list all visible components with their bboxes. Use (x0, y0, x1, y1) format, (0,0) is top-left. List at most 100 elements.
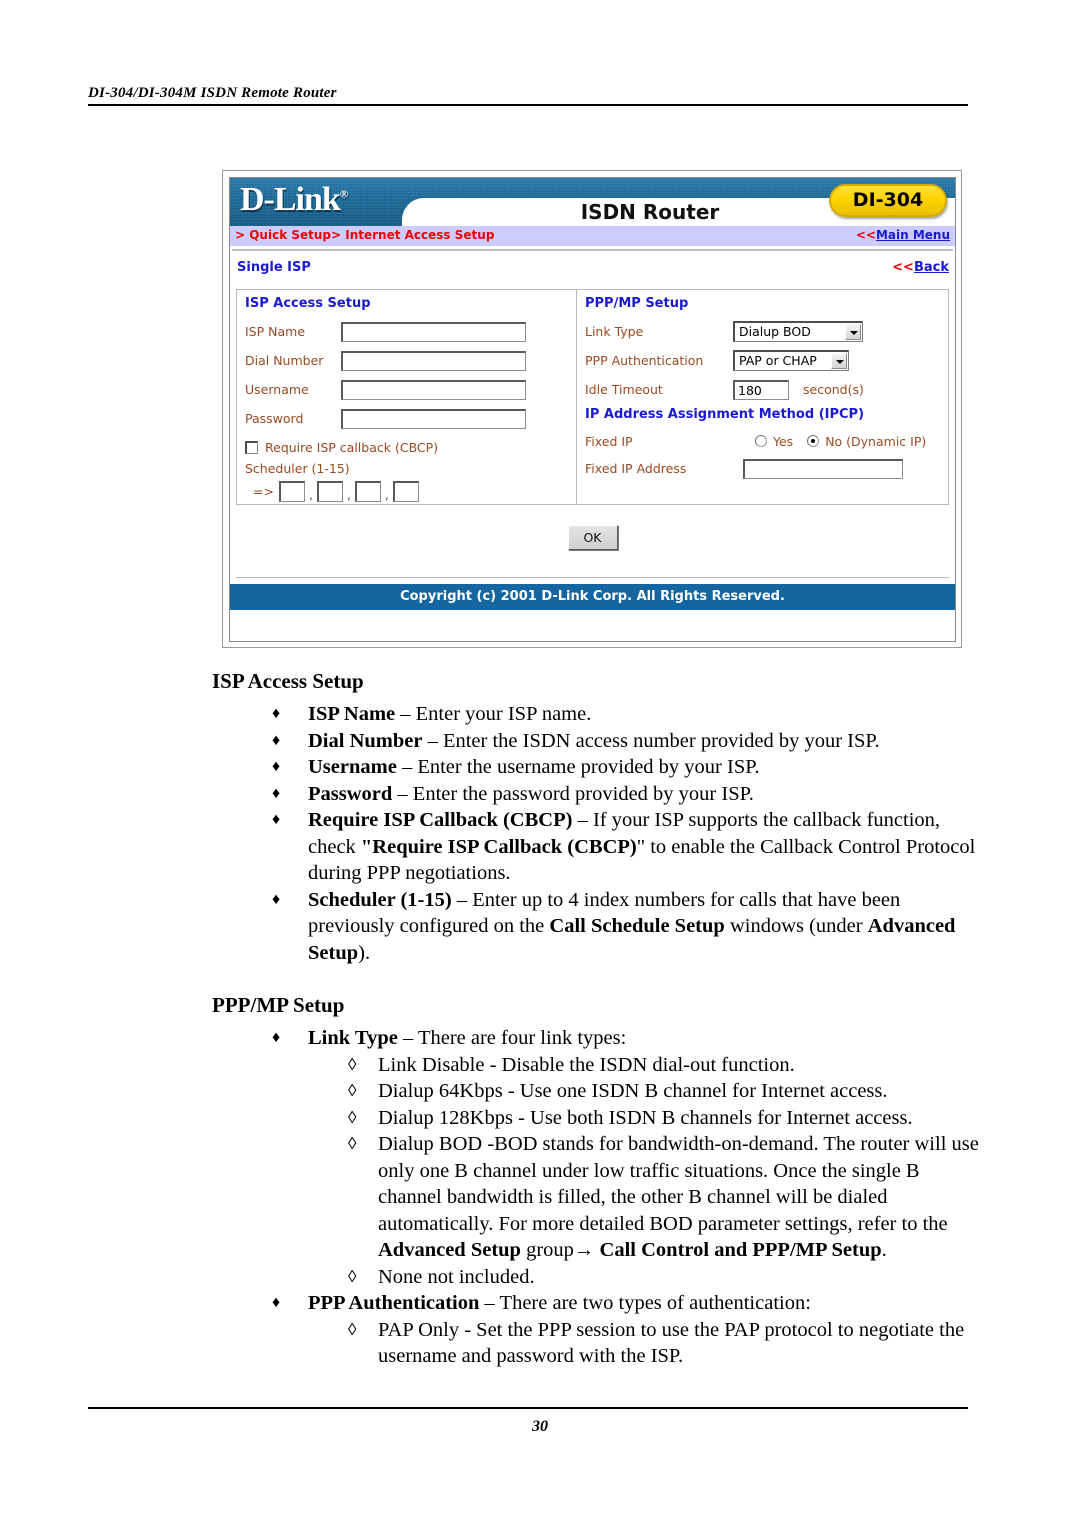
username-input[interactable] (341, 379, 526, 400)
description: – Enter the password provided by your IS… (392, 782, 754, 805)
bold-ref-b: Call Control and PPP/MP Setup (594, 1239, 882, 1261)
require-isp-callback-row[interactable]: Require ISP callback (CBCP) (245, 435, 576, 459)
option-text: PAP Only - Set the PPP session to use th… (378, 1318, 965, 1368)
footer-rule (88, 1407, 968, 1409)
username-label: Username (245, 382, 309, 397)
scheduler-input-3[interactable] (354, 481, 381, 502)
brand-header-bar: D-Link® ISDN Router DI-304 (230, 178, 955, 226)
isp-access-setup-bullet-list: ♦ ISP Name – Enter your ISP name. ♦ Dial… (0, 701, 1080, 966)
description-cont: windows (under (724, 915, 868, 937)
list-item: ♦ Link Type – There are four link types: (272, 1025, 988, 1052)
term: Scheduler (1-15) (308, 888, 452, 911)
description-end: ). (358, 941, 371, 964)
isp-name-input[interactable] (341, 321, 526, 342)
scheduler-inputs-row: => , , , (245, 481, 576, 502)
list-item: ♦ Scheduler (1-15) – Enter up to 4 index… (272, 887, 988, 967)
description: – There are four link types: (397, 1027, 627, 1049)
fixed-ip-address-label: Fixed IP Address (585, 461, 687, 476)
bold-ref-a: Advanced Setup (378, 1239, 521, 1261)
chevron-down-icon[interactable] (845, 324, 861, 340)
fixed-ip-address-input[interactable] (743, 458, 903, 479)
isp-name-label: ISP Name (245, 324, 306, 339)
model-badge: DI-304 (829, 184, 947, 217)
scheduler-separator-3: , (384, 487, 389, 502)
require-isp-callback-checkbox[interactable] (245, 440, 258, 454)
diamond-bullet-icon: ♦ (272, 811, 281, 828)
fixed-ip-no-label: No (Dynamic IP) (825, 433, 927, 449)
chevron-down-icon[interactable] (831, 353, 847, 369)
scheduler-input-1[interactable] (278, 481, 305, 502)
main-menu-label: Main Menu (875, 228, 950, 242)
isp-access-setup-title: ISP Access Setup (245, 296, 371, 311)
isp-access-setup-panel: ISP Access Setup ISP Name Dial Number Us… (237, 290, 577, 504)
link-type-options-list: ◊ Link Disable - Disable the ISDN dial-o… (0, 1052, 1080, 1291)
back-arrows: << (892, 260, 914, 275)
router-title: ISDN Router (580, 200, 720, 224)
dial-number-row: Dial Number (245, 346, 576, 375)
list-item: ♦ Dial Number – Enter the ISDN access nu… (272, 728, 988, 755)
lozenge-bullet-icon: ◊ (348, 1319, 357, 1339)
description: – Enter the username provided by your IS… (396, 756, 760, 778)
list-item: ♦ PPP Authentication – There are two typ… (272, 1290, 988, 1317)
lozenge-bullet-icon: ◊ (348, 1081, 357, 1100)
ppp-authentication-value: PAP or CHAP (739, 353, 817, 368)
term: Dial Number (308, 729, 423, 752)
option-text: None not included. (378, 1265, 535, 1288)
ok-button[interactable]: OK (567, 525, 618, 550)
ppp-mp-setup-bullet-list: ♦ Link Type – There are four link types: (0, 1025, 1080, 1052)
fixed-ip-row: Fixed IP Yes No (Dynamic IP) (585, 428, 948, 454)
bold-ref-a: Call Schedule Setup (549, 915, 725, 937)
running-head: DI-304/DI-304M ISDN Remote Router (88, 85, 337, 101)
link-type-select[interactable]: Dialup BOD (733, 321, 863, 342)
dial-number-input[interactable] (341, 350, 526, 371)
idle-timeout-input[interactable]: 180 (733, 379, 789, 400)
dlink-logo: D-Link® (240, 181, 348, 219)
fixed-ip-address-row: Fixed IP Address (585, 454, 948, 483)
list-item: ◊ Link Disable - Disable the ISDN dial-o… (348, 1052, 988, 1079)
scheduler-input-2[interactable] (316, 481, 343, 502)
term: Link Type (308, 1027, 398, 1049)
ppp-authentication-bullet-list: ♦ PPP Authentication – There are two typ… (0, 1290, 1080, 1317)
ppp-authentication-select[interactable]: PAP or CHAP (733, 350, 849, 371)
trademark-icon: ® (339, 188, 348, 201)
lozenge-bullet-icon: ◊ (348, 1266, 357, 1286)
dial-number-label: Dial Number (245, 353, 324, 368)
description: – There are two types of authentication: (479, 1292, 811, 1314)
back-link[interactable]: <<Back (892, 260, 949, 275)
term: ISP Name (308, 703, 396, 725)
diamond-bullet-icon: ♦ (272, 784, 281, 802)
diamond-bullet-icon: ♦ (272, 890, 281, 908)
section-title-isp-access-setup: ISP Access Setup (212, 669, 364, 693)
isp-name-row: ISP Name (245, 317, 576, 346)
lozenge-bullet-icon: ◊ (348, 1134, 357, 1153)
breadcrumb-bar: > Quick Setup> Internet Access Setup <<M… (230, 226, 955, 247)
username-row: Username (245, 375, 576, 404)
ppp-authentication-options-list: ◊ PAP Only - Set the PPP session to use … (0, 1317, 1080, 1370)
page-title: Single ISP (237, 260, 311, 275)
option-text: Dialup BOD -BOD stands for bandwidth-on-… (378, 1133, 979, 1235)
link-type-row: Link Type Dialup BOD (585, 317, 948, 346)
description: – Enter your ISP name. (395, 703, 592, 725)
link-type-label: Link Type (585, 324, 644, 339)
footer-divider (236, 577, 949, 578)
main-menu-link[interactable]: <<Main Menu (856, 228, 950, 242)
diamond-bullet-icon: ♦ (272, 705, 281, 722)
scheduler-input-4[interactable] (392, 481, 419, 502)
term: Username (308, 756, 397, 778)
list-item: ◊ Dialup 64Kbps - Use one ISDN B channel… (348, 1078, 988, 1105)
option-text: Link Disable - Disable the ISDN dial-out… (378, 1053, 795, 1076)
idle-timeout-row: Idle Timeout 180 second(s) (585, 375, 948, 404)
term: Password (308, 782, 393, 805)
option-text-end: . (881, 1239, 887, 1261)
ipcp-title: IP Address Assignment Method (IPCP) (585, 407, 865, 422)
password-input[interactable] (341, 408, 526, 429)
scheduler-label: Scheduler (1-15) (245, 461, 350, 476)
copyright-bar: Copyright (c) 2001 D-Link Corp. All Righ… (230, 584, 955, 610)
fixed-ip-yes-radio[interactable] (755, 435, 767, 447)
password-label: Password (245, 411, 304, 426)
subheader-row: Single ISP <<Back (230, 251, 955, 289)
term: PPP Authentication (308, 1292, 480, 1314)
diamond-bullet-icon: ♦ (272, 1294, 281, 1311)
breadcrumb: > Quick Setup> Internet Access Setup (235, 228, 495, 242)
fixed-ip-no-radio[interactable] (807, 435, 820, 447)
